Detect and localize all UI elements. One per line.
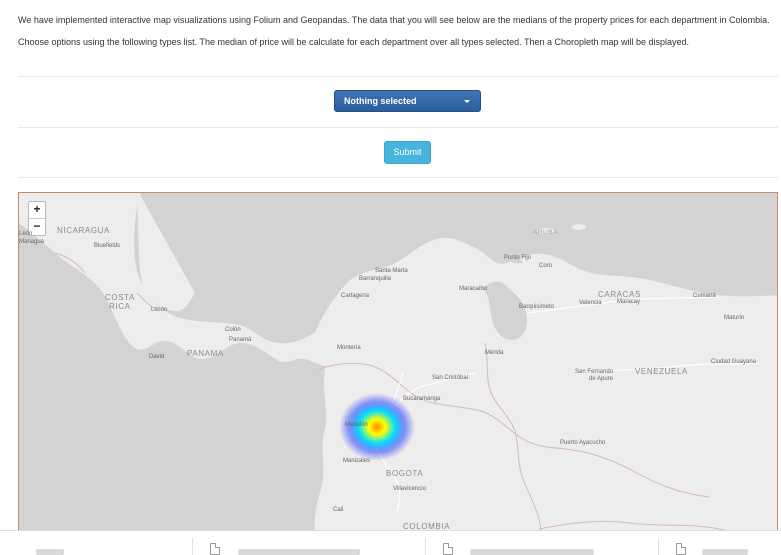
map-label-merida: Mérida [485, 350, 504, 356]
map-label-caracas: CARACAS [598, 290, 641, 299]
document-icon [210, 543, 220, 555]
map-label-cumana: Cumaná [693, 293, 716, 299]
map-label-barquisimeto: Barquisimeto [519, 304, 555, 310]
map-label-santa-marta: Santa Marta [375, 268, 408, 274]
footer-item-placeholder [702, 549, 748, 555]
map-label-san-fernando: San Fernando [575, 369, 614, 375]
divider [18, 127, 778, 128]
map-label-bluefields: Bluefields [94, 243, 121, 249]
map-label-limon: Limón [151, 307, 168, 313]
footer-bar [0, 530, 781, 555]
map-label-aruba: ARUBA [533, 229, 558, 236]
map-label-david: David [149, 354, 165, 360]
intro-paragraph-2: Choose options using the following types… [18, 37, 690, 47]
footer-item-placeholder [470, 549, 594, 555]
property-type-select-label: Nothing selected [344, 96, 417, 106]
divider [18, 76, 778, 77]
map-label-valencia: Valencia [579, 300, 602, 306]
map-label-ciudad-guayana: Ciudad Guayana [711, 359, 757, 365]
caret-down-icon [464, 100, 470, 103]
map-label-costa: COSTA [105, 293, 135, 302]
intro-text: We have implemented interactive map visu… [18, 14, 778, 58]
map-label-panama: PANAMA [187, 349, 224, 358]
map-label-cartagena: Cartagena [341, 293, 370, 299]
map-label-monteria: Montería [337, 345, 361, 351]
map-label-venezuela: VENEZUELA [635, 367, 688, 376]
footer-divider [192, 538, 193, 555]
map-label-de-apure: de Apure [589, 376, 614, 382]
map-label-managua: Managua [19, 239, 45, 245]
map-label-manizales: Manizales [343, 458, 371, 464]
document-icon [443, 543, 453, 555]
map-label-maturin: Maturín [724, 315, 745, 321]
map-label-san-cristobal: San Cristóbal [432, 375, 469, 381]
map-label-panama-city: Panamá [229, 337, 252, 343]
zoom-in-button[interactable]: + [29, 202, 45, 218]
footer-item-placeholder [238, 549, 360, 555]
map-label-villavicencio: Villavicencio [393, 486, 426, 492]
map-label-barranquilla: Barranquilla [359, 276, 392, 282]
footer-divider [425, 538, 426, 555]
map-container[interactable]: + − León NICARAGUA Managua Bluefields CO… [18, 192, 778, 554]
map-label-cali: Cali [333, 507, 344, 513]
map-label-colon: Colón [225, 327, 241, 333]
map-label-rica: RICA [109, 302, 131, 311]
map-label-puerto-ayacucho: Puerto Ayacucho [560, 440, 606, 446]
property-type-select[interactable]: Nothing selected [334, 90, 481, 112]
footer-item-placeholder [36, 549, 64, 555]
intro-paragraph-1: We have implemented interactive map visu… [18, 15, 770, 25]
map-label-leon: León [19, 231, 33, 237]
map-label-bucaramanga: Bucaramanga [403, 396, 441, 402]
map-label-punto-fijo: Punto Fijo [504, 255, 532, 261]
map-label-maracay: Maracay [617, 299, 641, 305]
footer-divider [658, 538, 659, 555]
map-label-bogota: BOGOTA [386, 469, 424, 478]
island [572, 224, 586, 230]
document-icon [676, 543, 686, 555]
submit-button[interactable]: Submit [384, 141, 431, 164]
map-label-maracaibo: Maracaibo [459, 286, 488, 292]
map-label-coro: Coro [539, 263, 553, 269]
divider [18, 177, 778, 178]
map-label-medellin: Medellín [345, 422, 368, 428]
map-label-nicaragua: NICARAGUA [57, 226, 110, 235]
